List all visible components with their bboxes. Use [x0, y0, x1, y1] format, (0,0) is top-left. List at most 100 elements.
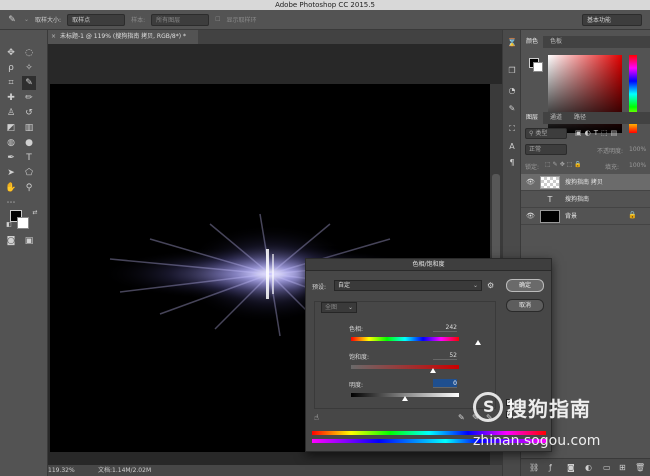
eyedropper-icon[interactable]: ✎ [458, 413, 465, 422]
screen-mode-icon[interactable]: ▣ [22, 234, 36, 248]
workspace-select[interactable]: 基本功能 [582, 14, 642, 26]
show-ring-label: 显示取样环 [226, 17, 257, 24]
layers-panel-header: 图层 通道 路径 [521, 112, 650, 124]
crop-tool-icon[interactable]: ⌗ [4, 76, 18, 90]
dialog-title: 色相/饱和度 [306, 259, 551, 271]
blend-mode-select[interactable]: 正常 [525, 144, 567, 155]
paths-panel-icon[interactable]: ⛶ [507, 124, 517, 134]
hue-value-field[interactable]: 242 [433, 323, 457, 332]
path-select-tool-icon[interactable]: ➤ [4, 166, 18, 180]
adjustments-panel-icon[interactable]: ◔ [507, 86, 517, 96]
opacity-value[interactable]: 100% [629, 146, 646, 153]
color-panel-background-swatch[interactable] [533, 62, 543, 72]
show-ring-checkbox-icon[interactable]: ☐ [215, 16, 220, 23]
tab-swatches[interactable]: 色板 [545, 36, 567, 48]
layer-row[interactable]: T 搜狗指南 [521, 191, 650, 208]
marquee-tool-icon[interactable]: ◌ [22, 46, 36, 60]
status-bar: 119.32% 文档:1.14M/2.02M [48, 465, 502, 476]
hand-tool-icon[interactable]: ✋ [4, 181, 18, 195]
targeted-adjustment-hand-icon[interactable]: ☝ [314, 413, 319, 422]
document-size-info: 文档:1.14M/2.02M [98, 467, 152, 474]
lock-label: 锁定: [525, 164, 540, 171]
clone-stamp-tool-icon[interactable]: ♙ [4, 106, 18, 120]
adjustment-layer-icon[interactable]: ◐ [585, 463, 592, 472]
lightness-value-field[interactable]: 0 [433, 379, 457, 388]
character-panel-icon[interactable]: A [507, 142, 517, 152]
layer-style-icon[interactable]: ƒ [549, 463, 552, 472]
close-document-icon[interactable]: × [51, 30, 56, 44]
options-bar: ✎ ⌄ 取样大小: 取样点 样本: 所有图层 ☐ 显示取样环 基本功能 [0, 10, 650, 30]
swap-colors-icon[interactable]: ⇄ [28, 206, 42, 220]
gradient-tool-icon[interactable]: ▥ [22, 121, 36, 135]
blur-tool-icon[interactable]: ◍ [4, 136, 18, 150]
sample-select[interactable]: 所有图层 [151, 13, 210, 26]
pen-tool-icon[interactable]: ✒ [4, 151, 18, 165]
zoom-tool-icon[interactable]: ⚲ [22, 181, 36, 195]
saturation-value-field[interactable]: 52 [433, 351, 457, 360]
brush-tool-icon[interactable]: ✏ [22, 91, 36, 105]
sample-size-select[interactable]: 取样点 [67, 13, 126, 26]
eyedropper-tool-icon[interactable]: ✎ [6, 13, 18, 27]
link-layers-icon[interactable]: ⛓ [529, 463, 539, 472]
layer-thumbnail [540, 176, 560, 189]
healing-brush-tool-icon[interactable]: ✚ [4, 91, 18, 105]
add-mask-icon[interactable]: ◙ [567, 463, 575, 472]
quick-select-tool-icon[interactable]: ✧ [22, 61, 36, 75]
dodge-tool-icon[interactable]: ● [22, 136, 36, 150]
history-brush-tool-icon[interactable]: ↺ [22, 106, 36, 120]
document-tab-label: 未标题-1 @ 119% (搜狗指南 拷贝, RGB/8*) * [60, 33, 186, 40]
layers-panel-footer: ⛓ ƒ ◙ ◐ ▭ ⊞ 🗑 [521, 458, 650, 476]
paragraph-panel-icon[interactable]: ¶ [507, 158, 517, 168]
hue-label: 色相: [349, 326, 364, 333]
quick-mask-icon[interactable]: ◙ [4, 234, 18, 248]
type-tool-icon[interactable]: T [22, 151, 36, 165]
layer-row[interactable]: 👁 搜狗指南 拷贝 [521, 174, 650, 191]
move-tool-icon[interactable]: ✥ [4, 46, 18, 60]
hue-slider-track[interactable] [351, 337, 459, 341]
history-panel-icon[interactable]: ⌛ [507, 38, 517, 48]
lightness-label: 明度: [349, 382, 364, 389]
saturation-slider-track[interactable] [351, 365, 459, 369]
delete-layer-icon[interactable]: 🗑 [635, 463, 645, 472]
eye-icon[interactable]: 👁 [526, 212, 535, 220]
eyedropper-tool-active-icon[interactable]: ✎ [22, 76, 36, 90]
preset-select[interactable]: 自定 ⌄ [334, 280, 482, 291]
watermark-brand: 搜狗指南 [507, 397, 591, 421]
tool-preset-chevron-icon[interactable]: ⌄ [24, 16, 29, 23]
search-icon: ⚲ [529, 130, 534, 137]
lock-icons[interactable]: ⬚✎✥⬚🔒 [545, 161, 584, 168]
tab-layers[interactable]: 图层 [521, 112, 544, 124]
document-tab[interactable]: × 未标题-1 @ 119% (搜狗指南 拷贝, RGB/8*) * [48, 30, 198, 44]
tab-paths[interactable]: 路径 [569, 112, 591, 124]
lasso-tool-icon[interactable]: ρ [4, 61, 18, 75]
eraser-tool-icon[interactable]: ◩ [4, 121, 18, 135]
properties-panel-icon[interactable]: ❐ [507, 66, 517, 76]
layer-filter-icons[interactable]: ▣◐T⬚▤ [575, 129, 620, 137]
saturation-slider-handle[interactable] [430, 368, 437, 373]
fill-value[interactable]: 100% [629, 162, 646, 169]
tab-color[interactable]: 颜色 [521, 36, 544, 48]
adjustment-group: 全图 ⌄ 色相: 242 饱和度: 52 明度: 0 [314, 301, 496, 409]
layer-kind-filter-select[interactable]: ⚲ 类型 [525, 128, 567, 139]
layer-name: 搜狗指南 [565, 196, 590, 203]
channel-select[interactable]: 全图 ⌄ [321, 302, 357, 313]
default-colors-icon[interactable]: ◧ [2, 218, 16, 232]
ok-button[interactable]: 确定 [506, 279, 544, 292]
layer-row[interactable]: 👁 背景 🔒 [521, 208, 650, 225]
zoom-level[interactable]: 119.32% [48, 465, 75, 476]
preset-options-gear-icon[interactable]: ⚙ [487, 281, 494, 290]
eye-icon[interactable]: 👁 [526, 178, 535, 186]
preset-value: 自定 [338, 282, 351, 289]
tab-channels[interactable]: 通道 [545, 112, 567, 124]
preset-label: 预设: [312, 284, 327, 291]
saturation-label: 饱和度: [349, 354, 370, 361]
hue-slider-handle[interactable] [474, 340, 481, 345]
chevron-down-icon: ⌄ [347, 304, 353, 311]
more-tools-icon[interactable]: ⋯ [4, 196, 18, 210]
new-group-icon[interactable]: ▭ [603, 463, 611, 472]
shape-tool-icon[interactable]: ⬠ [22, 166, 36, 180]
new-layer-icon[interactable]: ⊞ [619, 463, 626, 472]
cancel-button[interactable]: 取消 [506, 299, 544, 312]
brush-panel-icon[interactable]: ✎ [507, 104, 517, 114]
lightness-slider-handle[interactable] [402, 396, 408, 401]
